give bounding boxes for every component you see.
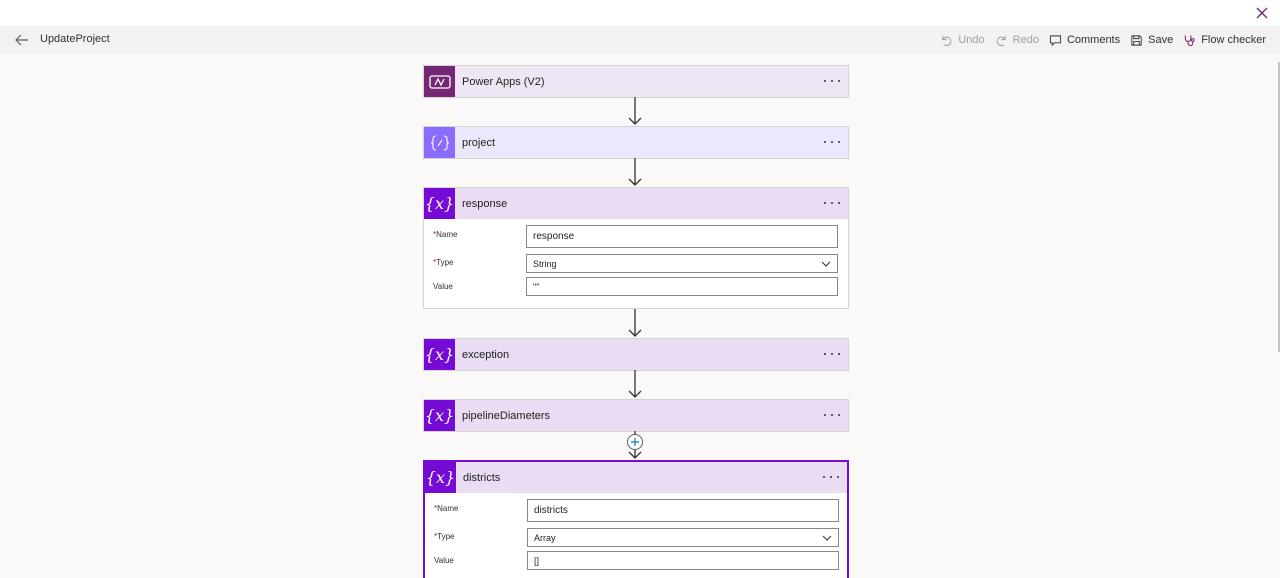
step-title: response <box>462 197 508 210</box>
name-input[interactable]: districts <box>527 499 839 522</box>
value-input[interactable]: [] <box>527 551 839 570</box>
step-card-exception[interactable]: {x} exception <box>423 338 849 371</box>
variable-icon: {x} <box>425 462 456 493</box>
step-title: districts <box>463 471 501 484</box>
type-label: *Type <box>434 532 455 541</box>
comments-button[interactable]: Comments <box>1049 34 1120 47</box>
more-options-icon[interactable] <box>824 135 840 149</box>
powerapps-icon <box>424 66 455 97</box>
undo-icon <box>942 35 952 46</box>
connector-arrow <box>628 158 642 186</box>
connector-arrow <box>628 370 642 398</box>
plus-icon <box>631 438 639 446</box>
step-header[interactable]: {x} districts <box>425 462 847 493</box>
type-select[interactable]: Array <box>527 528 839 547</box>
type-label: *Type <box>433 258 454 267</box>
toolbar-actions: Undo Redo Comments Save Flow checker <box>940 26 1266 54</box>
type-select-value: String <box>533 258 557 269</box>
value-label: Value <box>434 556 454 565</box>
chevron-down-icon <box>822 535 832 541</box>
variable-icon: {x} <box>424 188 455 219</box>
step-card-power-apps[interactable]: Power Apps (V2) <box>423 65 849 98</box>
step-title: pipelineDiameters <box>462 409 551 422</box>
comments-label: Comments <box>1066 34 1121 46</box>
save-icon <box>1131 34 1142 46</box>
step-title: project <box>462 136 496 149</box>
connector-arrow <box>628 309 642 337</box>
connector-arrow <box>628 97 642 125</box>
command-bar: UpdateProject Undo Redo Comments Save Fl… <box>0 26 1280 54</box>
step-header[interactable]: Power Apps (V2) <box>424 66 848 97</box>
flow-checker-button[interactable]: Flow checker <box>1183 34 1266 47</box>
comment-icon <box>1049 34 1062 46</box>
step-header[interactable]: {x} pipelineDiameters <box>424 400 848 431</box>
step-header[interactable]: {x} exception <box>424 339 848 370</box>
more-options-icon[interactable] <box>824 196 840 210</box>
step-title: exception <box>462 348 510 361</box>
more-options-icon[interactable] <box>824 74 840 88</box>
step-title: Power Apps (V2) <box>462 75 545 88</box>
close-icon[interactable] <box>1254 5 1270 21</box>
stethoscope-icon <box>1185 34 1195 46</box>
save-button[interactable]: Save <box>1130 34 1173 47</box>
undo-button[interactable]: Undo <box>940 34 985 47</box>
name-label: *Name <box>434 504 459 513</box>
value-label: Value <box>433 282 453 291</box>
arrow-left-icon[interactable] <box>14 32 30 48</box>
step-header[interactable]: project <box>424 127 848 158</box>
more-options-icon[interactable] <box>824 408 840 422</box>
step-card-response[interactable]: {x} response *Name response *Type String… <box>423 187 849 309</box>
chevron-down-icon <box>821 261 831 267</box>
redo-button[interactable]: Redo <box>995 34 1039 47</box>
more-options-icon[interactable] <box>823 470 839 484</box>
flow-checker-label: Flow checker <box>1201 34 1266 46</box>
undo-label: Undo <box>958 34 985 46</box>
value-input[interactable]: "" <box>526 277 838 296</box>
redo-icon <box>996 35 1006 46</box>
name-input[interactable]: response <box>526 225 838 248</box>
type-select-value: Array <box>534 532 556 543</box>
save-label: Save <box>1148 34 1174 46</box>
variable-icon: {x} <box>424 339 455 370</box>
title-strip <box>0 0 1280 26</box>
more-options-icon[interactable] <box>824 347 840 361</box>
type-select[interactable]: String <box>526 254 838 273</box>
compose-icon <box>424 127 455 158</box>
name-label: *Name <box>433 230 458 239</box>
step-header[interactable]: {x} response <box>424 188 848 219</box>
insert-step-button[interactable] <box>627 434 643 450</box>
variable-icon: {x} <box>424 400 455 431</box>
step-card-project[interactable]: project <box>423 126 849 159</box>
step-card-districts[interactable]: {x} districts *Name districts *Type Arra… <box>423 460 849 578</box>
flow-name: UpdateProject <box>40 33 110 45</box>
redo-label: Redo <box>1012 34 1039 46</box>
step-card-pipeline-diameters[interactable]: {x} pipelineDiameters <box>423 399 849 432</box>
